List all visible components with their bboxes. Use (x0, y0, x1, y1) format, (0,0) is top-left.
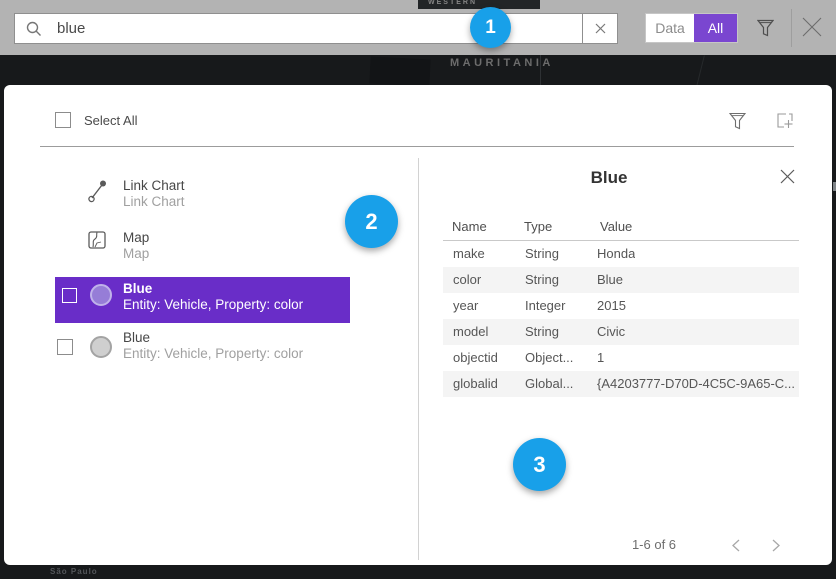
pagination-next-icon[interactable] (771, 539, 781, 552)
table-row: objectid Object... 1 (443, 345, 799, 371)
column-header-value: Value (600, 219, 632, 234)
cell-value: 2015 (597, 298, 626, 313)
panel-vertical-divider (418, 158, 419, 560)
column-header-name: Name (452, 219, 487, 234)
scope-toggle: Data All (645, 13, 738, 43)
result-checkbox[interactable] (62, 288, 77, 303)
table-row: make String Honda (443, 241, 799, 267)
toggle-data-option[interactable]: Data (646, 14, 694, 42)
close-search-icon[interactable] (801, 16, 823, 38)
attribute-table: make String Honda color String Blue year… (443, 241, 799, 397)
map-label-region-clip: WESTERN (418, 0, 540, 9)
result-title: Map (123, 230, 149, 246)
column-header-type: Type (524, 219, 552, 234)
result-subtitle: Link Chart (123, 194, 185, 210)
clear-icon (595, 23, 606, 34)
select-all-label: Select All (84, 113, 137, 128)
cell-type: Integer (525, 298, 565, 313)
link-chart-icon (88, 179, 108, 203)
cell-name: make (453, 246, 485, 261)
result-title: Blue (123, 330, 150, 346)
cell-value: {A4203777-D70D-4C5C-9A65-C... (597, 376, 795, 391)
callout-badge-1: 1 (470, 7, 511, 48)
search-results-panel: Select All Link Chart Link Chart (4, 85, 832, 565)
cell-type: String (525, 324, 559, 339)
result-title: Blue (123, 281, 152, 297)
detail-close-icon[interactable] (779, 168, 796, 185)
result-checkbox[interactable] (57, 339, 73, 355)
result-subtitle: Map (123, 246, 149, 262)
select-all-checkbox[interactable] (55, 112, 71, 128)
clear-search-button[interactable] (582, 14, 617, 43)
results-header-divider (40, 146, 794, 147)
callout-badge-3: 3 (513, 438, 566, 491)
result-title: Link Chart (123, 178, 185, 194)
cell-name: color (453, 272, 481, 287)
cell-type: Global... (525, 376, 573, 391)
table-row: model String Civic (443, 319, 799, 345)
toolbar-divider (791, 9, 792, 47)
table-row: globalid Global... {A4203777-D70D-4C5C-9… (443, 371, 799, 397)
entity-circle-icon (90, 284, 112, 306)
cell-value: Civic (597, 324, 625, 339)
filter-icon[interactable] (757, 19, 774, 37)
cell-value: 1 (597, 350, 604, 365)
result-subtitle: Entity: Vehicle, Property: color (123, 346, 303, 362)
map-icon (88, 231, 106, 249)
table-row: year Integer 2015 (443, 293, 799, 319)
cell-name: year (453, 298, 478, 313)
result-subtitle: Entity: Vehicle, Property: color (123, 297, 303, 313)
cell-name: model (453, 324, 488, 339)
screen: MAURITANIA São Paulo Data All (0, 0, 836, 579)
cell-name: globalid (453, 376, 498, 391)
entity-circle-icon (90, 336, 112, 358)
map-border-line (696, 55, 705, 86)
add-to-selection-icon[interactable] (776, 112, 795, 130)
cell-value: Blue (597, 272, 623, 287)
toggle-all-option[interactable]: All (694, 14, 737, 42)
cell-value: Honda (597, 246, 635, 261)
cell-type: String (525, 272, 559, 287)
search-box (14, 13, 618, 44)
callout-badge-2: 2 (345, 195, 398, 248)
detail-title: Blue (434, 168, 784, 188)
map-label-region: WESTERN (428, 0, 477, 6)
results-filter-icon[interactable] (729, 112, 746, 130)
map-label-city: São Paulo (50, 567, 98, 576)
map-country-shape (369, 56, 430, 86)
cell-type: Object... (525, 350, 573, 365)
pagination-range: 1-6 of 6 (604, 537, 704, 552)
search-icon (26, 21, 42, 37)
cell-name: objectid (453, 350, 498, 365)
pagination-prev-icon[interactable] (731, 539, 741, 552)
cell-type: String (525, 246, 559, 261)
map-label-mauritania: MAURITANIA (450, 57, 554, 69)
table-row: color String Blue (443, 267, 799, 293)
